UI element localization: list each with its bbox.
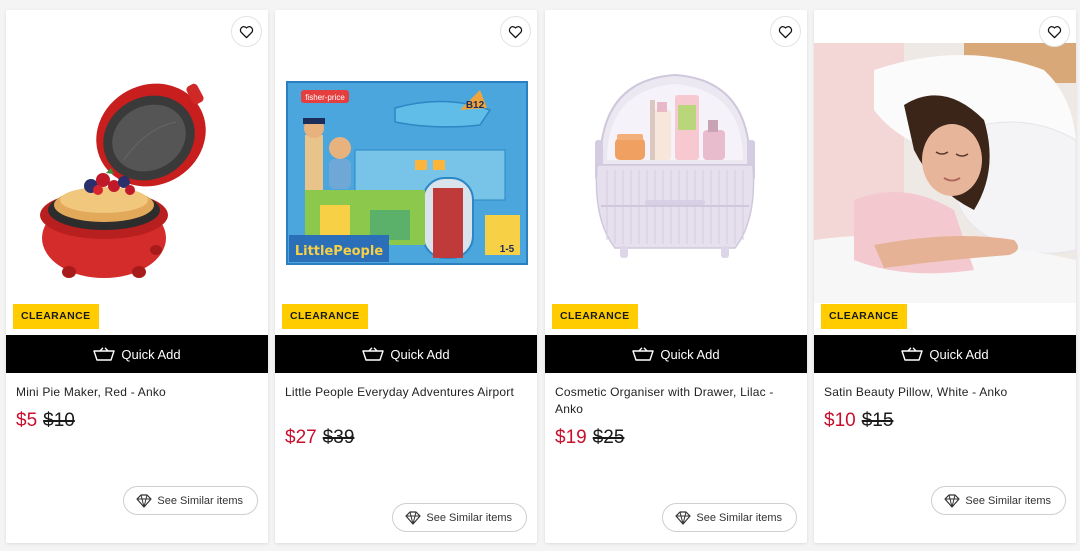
brand-logo-text: fisher-price: [305, 93, 345, 102]
basket-icon: [362, 347, 385, 361]
see-similar-button[interactable]: See Similar items: [662, 503, 797, 532]
product-image[interactable]: CLEARANCE: [6, 10, 268, 335]
see-similar-label: See Similar items: [157, 494, 243, 507]
quick-add-label: Quick Add: [929, 346, 989, 362]
product-grid: CLEARANCE Quick Add Mini Pie Maker, Red …: [0, 0, 1080, 551]
quick-add-button[interactable]: Quick Add: [545, 335, 807, 373]
product-image[interactable]: CLEARANCE: [545, 10, 807, 335]
similar-icon: [944, 493, 961, 508]
wishlist-button[interactable]: [770, 16, 801, 47]
product-card[interactable]: CLEARANCE Quick Add Cosmetic Organiser w…: [545, 10, 807, 543]
quick-add-button[interactable]: Quick Add: [6, 335, 268, 373]
product-card[interactable]: fisher-price B12 LittlePeople 1-5 CLEARA…: [275, 10, 537, 543]
sale-price: $27: [285, 427, 317, 448]
similar-icon: [136, 493, 153, 508]
clearance-badge: CLEARANCE: [552, 304, 638, 329]
sale-price: $10: [824, 410, 856, 431]
quick-add-label: Quick Add: [390, 346, 450, 362]
heart-icon: [239, 25, 254, 38]
see-similar-button[interactable]: See Similar items: [392, 503, 527, 532]
see-similar-button[interactable]: See Similar items: [931, 486, 1066, 515]
product-card[interactable]: CLEARANCE Quick Add Mini Pie Maker, Red …: [6, 10, 268, 543]
price-group: $5 $10: [16, 410, 75, 432]
clearance-badge: CLEARANCE: [13, 304, 99, 329]
see-similar-label: See Similar items: [426, 511, 512, 524]
product-title[interactable]: Satin Beauty Pillow, White - Anko: [824, 384, 1066, 401]
product-image[interactable]: fisher-price B12 LittlePeople 1-5 CLEARA…: [275, 10, 537, 335]
quick-add-button[interactable]: Quick Add: [814, 335, 1076, 373]
see-similar-label: See Similar items: [965, 494, 1051, 507]
clearance-badge: CLEARANCE: [821, 304, 907, 329]
was-price: $15: [861, 410, 894, 431]
gate-text: B12: [466, 100, 485, 111]
product-title[interactable]: Mini Pie Maker, Red - Anko: [16, 384, 258, 401]
clearance-badge: CLEARANCE: [282, 304, 368, 329]
wishlist-button[interactable]: [231, 16, 262, 47]
similar-icon: [675, 510, 692, 525]
similar-icon: [405, 510, 422, 525]
was-price: $10: [43, 410, 75, 431]
product-title[interactable]: Little People Everyday Adventures Airpor…: [285, 384, 527, 401]
price-group: $27 $39: [285, 427, 354, 449]
was-price: $39: [322, 427, 355, 448]
price-group: $10 $15: [824, 410, 893, 432]
price-group: $19 $25: [555, 427, 624, 449]
heart-icon: [1047, 25, 1062, 38]
product-image[interactable]: CLEARANCE: [814, 10, 1076, 335]
basket-icon: [93, 347, 116, 361]
heart-icon: [778, 25, 793, 38]
wishlist-button[interactable]: [500, 16, 531, 47]
quick-add-button[interactable]: Quick Add: [275, 335, 537, 373]
sale-price: $19: [555, 427, 587, 448]
quick-add-label: Quick Add: [121, 346, 181, 362]
age-text: 1-5: [500, 244, 515, 255]
wishlist-button[interactable]: [1039, 16, 1070, 47]
basket-icon: [901, 347, 924, 361]
product-card[interactable]: CLEARANCE Quick Add Satin Beauty Pillow,…: [814, 10, 1076, 543]
little-people-logo-text: LittlePeople: [295, 244, 383, 259]
sale-price: $5: [16, 410, 38, 431]
quick-add-label: Quick Add: [660, 346, 720, 362]
see-similar-button[interactable]: See Similar items: [123, 486, 258, 515]
product-title[interactable]: Cosmetic Organiser with Drawer, Lilac - …: [555, 384, 797, 418]
heart-icon: [508, 25, 523, 38]
was-price: $25: [592, 427, 625, 448]
see-similar-label: See Similar items: [696, 511, 782, 524]
basket-icon: [632, 347, 655, 361]
